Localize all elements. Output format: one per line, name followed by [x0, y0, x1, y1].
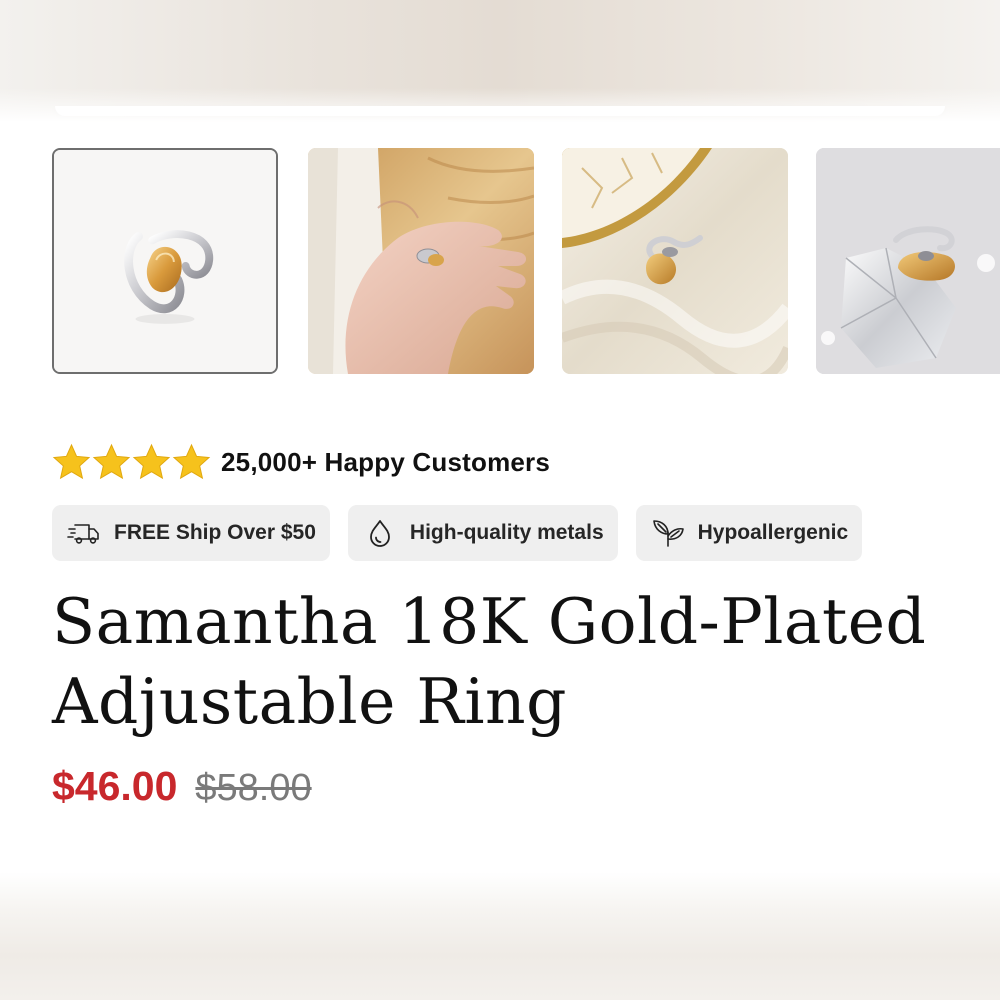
feature-badges: FREE Ship Over $50 High-quality metals H…	[52, 505, 863, 561]
star-icon	[52, 443, 91, 480]
water-drop-icon	[370, 520, 390, 547]
thumbnail-2[interactable]	[308, 148, 534, 374]
ring-product-image	[54, 150, 276, 372]
compare-at-price: $58.00	[195, 767, 312, 809]
sale-price: $46.00	[52, 763, 178, 809]
happy-customers-text: 25,000+ Happy Customers	[221, 446, 551, 477]
product-title: Samantha 18K Gold-Plated Adjustable Ring	[52, 585, 927, 738]
ring-worn-on-hand-image	[308, 148, 534, 374]
badge-quality-metals: High-quality metals	[347, 505, 618, 561]
price-row: $46.00 $58.00	[52, 763, 312, 810]
thumbnail-1[interactable]	[52, 148, 278, 374]
ring-on-satin-image	[562, 148, 788, 374]
delivery-truck-icon	[67, 524, 99, 544]
badge-free-shipping: FREE Ship Over $50	[52, 505, 330, 561]
star-icon	[92, 443, 131, 480]
ring-on-crystal-image	[816, 148, 1000, 374]
star-icon	[172, 443, 211, 480]
product-thumbnail-gallery	[52, 148, 1000, 374]
previous-card-edge	[55, 106, 945, 116]
thumbnail-3[interactable]	[562, 148, 788, 374]
star-icon	[132, 443, 171, 480]
thumbnail-4[interactable]	[816, 148, 1000, 374]
previous-section-fade	[0, 0, 1000, 122]
badge-label: Hypoallergenic	[697, 521, 849, 544]
next-section-fade	[0, 872, 1000, 1000]
badge-hypoallergenic: Hypoallergenic	[635, 505, 863, 561]
badge-label: High-quality metals	[409, 521, 604, 544]
customer-rating: 25,000+ Happy Customers	[52, 442, 550, 482]
rating-stars	[52, 443, 211, 481]
badge-label: FREE Ship Over $50	[114, 521, 316, 544]
leaf-icon	[652, 520, 684, 547]
